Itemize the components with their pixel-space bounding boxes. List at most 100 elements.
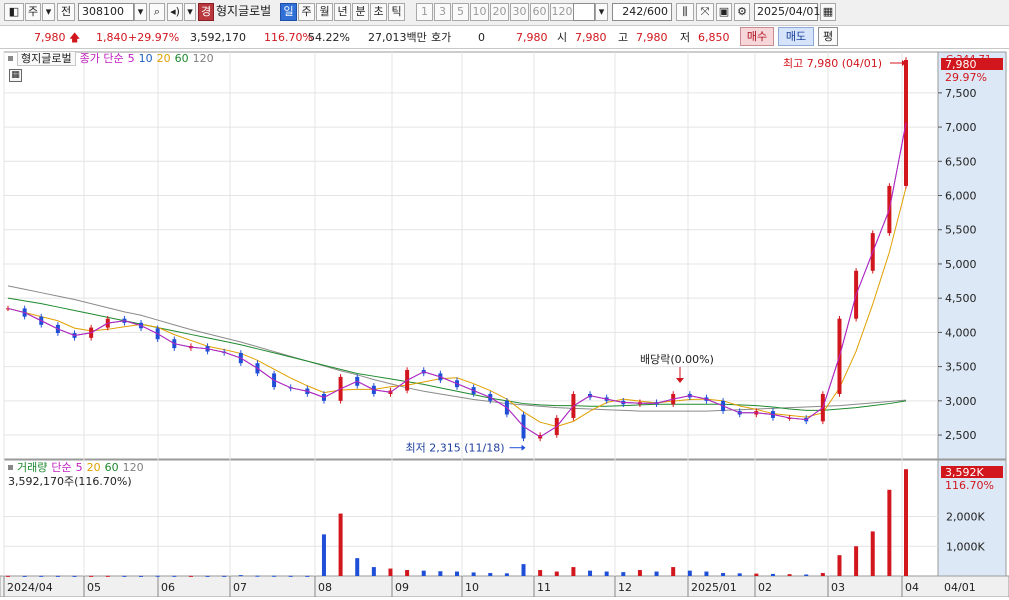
volume-bar	[139, 575, 144, 577]
volume-bar	[820, 573, 825, 576]
interval-button-30[interactable]: 30	[510, 3, 529, 21]
volume-bar	[272, 575, 277, 577]
volume-bar	[205, 575, 210, 577]
prev-button[interactable]: 전	[57, 3, 75, 21]
price-change-pct: +29.97%	[128, 31, 180, 44]
period-button-1[interactable]: 주	[298, 3, 315, 21]
volume-bar	[22, 575, 27, 577]
current-pct-label: 29.97%	[945, 71, 987, 84]
market-dropdown-icon[interactable]: ▾	[42, 3, 55, 21]
period-button-2[interactable]: 월	[316, 3, 333, 21]
period-button-5[interactable]: 초	[370, 3, 387, 21]
legend-ma-120: 120	[192, 52, 214, 65]
interval-button-10[interactable]: 10	[470, 3, 489, 21]
hoga-label: 호가	[431, 31, 452, 44]
grid-icon[interactable]: ▦	[9, 69, 22, 82]
price-axis-label: 2,500	[945, 429, 977, 442]
volume-bar	[538, 570, 543, 576]
sound-dropdown-icon[interactable]: ▾	[184, 3, 196, 21]
legend-ma-label: 종가 단순	[79, 52, 124, 65]
volume-bar	[621, 572, 626, 576]
volume-bar	[172, 575, 177, 577]
sound-icon[interactable]: ◂)	[167, 3, 183, 21]
volume-axis-label: 1,000K	[946, 540, 985, 553]
interval-button-3[interactable]: 3	[434, 3, 451, 21]
x-axis-bar	[0, 575, 1009, 598]
settings-icon[interactable]: ⚙	[734, 3, 750, 21]
price-panel	[3, 51, 939, 460]
candle-icon[interactable]: ⫼	[676, 3, 694, 21]
x-axis-label: 05	[87, 581, 101, 594]
calendar-icon[interactable]: ▦	[820, 3, 836, 21]
price-axis-label: 4,500	[945, 292, 977, 305]
volume-panel	[3, 459, 939, 577]
legend-marker-icon	[8, 465, 13, 470]
volume-label: 거래량	[17, 461, 48, 474]
volume-bar	[255, 575, 260, 577]
volume-bar	[504, 573, 509, 576]
volume-legend-ma-20: 20	[86, 461, 101, 474]
interval-button-5[interactable]: 5	[452, 3, 469, 21]
volume-bar	[72, 575, 77, 577]
volume-bar	[687, 570, 692, 576]
date-input[interactable]: 2025/04/01	[754, 3, 820, 21]
interval-button-1[interactable]: 1	[416, 3, 433, 21]
price-axis-label: 4,000	[945, 326, 977, 339]
volume-bar	[89, 575, 94, 577]
period-button-0[interactable]: 일	[280, 3, 297, 21]
volume-bar	[804, 574, 809, 576]
current-price: 7,980 🡅	[34, 31, 81, 44]
legend-ma-5: 5	[127, 52, 135, 65]
period-button-3[interactable]: 년	[334, 3, 351, 21]
volume-bar	[321, 534, 326, 576]
stock-name: 형지글로벌	[216, 4, 272, 18]
interval-button-20[interactable]: 20	[490, 3, 509, 21]
x-axis-label: 06	[161, 581, 175, 594]
legend-ma-10: 10	[138, 52, 153, 65]
crosshair-icon[interactable]: ⤧	[696, 3, 714, 21]
interval-dropdown-icon[interactable]: ▾	[595, 3, 608, 21]
x-axis-label: 10	[465, 581, 479, 594]
volume-bar	[721, 573, 726, 576]
hoga-price: 7,980	[516, 31, 548, 44]
layout-icon[interactable]: ◧	[4, 3, 24, 21]
volume-bar	[521, 564, 526, 576]
volume-legend-ma-60: 60	[104, 461, 119, 474]
price-axis-label: 5,500	[945, 224, 977, 237]
stock-chart[interactable]: 2024/04 05 06 07 08 09 10 11 12 2025/01 02 03 04 04/0…	[0, 49, 1009, 598]
interval-input[interactable]	[573, 3, 595, 21]
interval-button-60[interactable]: 60	[530, 3, 549, 21]
x-axis-label: 08	[318, 581, 332, 594]
x-axis-right-label: 04/01	[944, 581, 976, 594]
x-axis-label: 12	[618, 581, 632, 594]
volume-bar	[837, 555, 842, 576]
volume-bar	[471, 572, 476, 576]
sell-button[interactable]: 매도	[778, 27, 814, 46]
volume-legend: 거래량 단순 5 20 60 120	[6, 461, 152, 475]
volume-bar	[854, 546, 859, 576]
interval-button-120[interactable]: 120	[550, 3, 574, 21]
period-button-6[interactable]: 틱	[388, 3, 405, 21]
period-button-4[interactable]: 분	[352, 3, 369, 21]
price-axis-label: 5,000	[945, 258, 977, 271]
code-dropdown-icon[interactable]: ▾	[134, 3, 147, 21]
save-icon[interactable]: ▣	[716, 3, 732, 21]
volume-ratio: 116.70%	[264, 31, 313, 44]
volume-bar	[488, 573, 493, 576]
price-axis-label: 7,500	[945, 87, 977, 100]
eval-button[interactable]: 평	[818, 27, 838, 46]
x-axis-label: 2025/01	[691, 581, 737, 594]
up-arrow-icon: 🡅	[69, 31, 81, 44]
buy-button[interactable]: 매수	[740, 27, 774, 46]
volume-bar	[39, 575, 44, 577]
volume-legend-ma-5: 5	[75, 461, 83, 474]
count-shown: 242	[622, 5, 644, 18]
market-select[interactable]: 주	[25, 3, 41, 21]
code-input[interactable]: 308100	[78, 3, 134, 21]
search-icon[interactable]: ⌕	[149, 3, 165, 21]
volume-bar	[754, 573, 759, 576]
volume-bar	[654, 571, 659, 576]
count-input[interactable]: 242/600	[612, 3, 672, 21]
volume-bar	[770, 573, 775, 576]
volume-bar	[371, 567, 376, 576]
